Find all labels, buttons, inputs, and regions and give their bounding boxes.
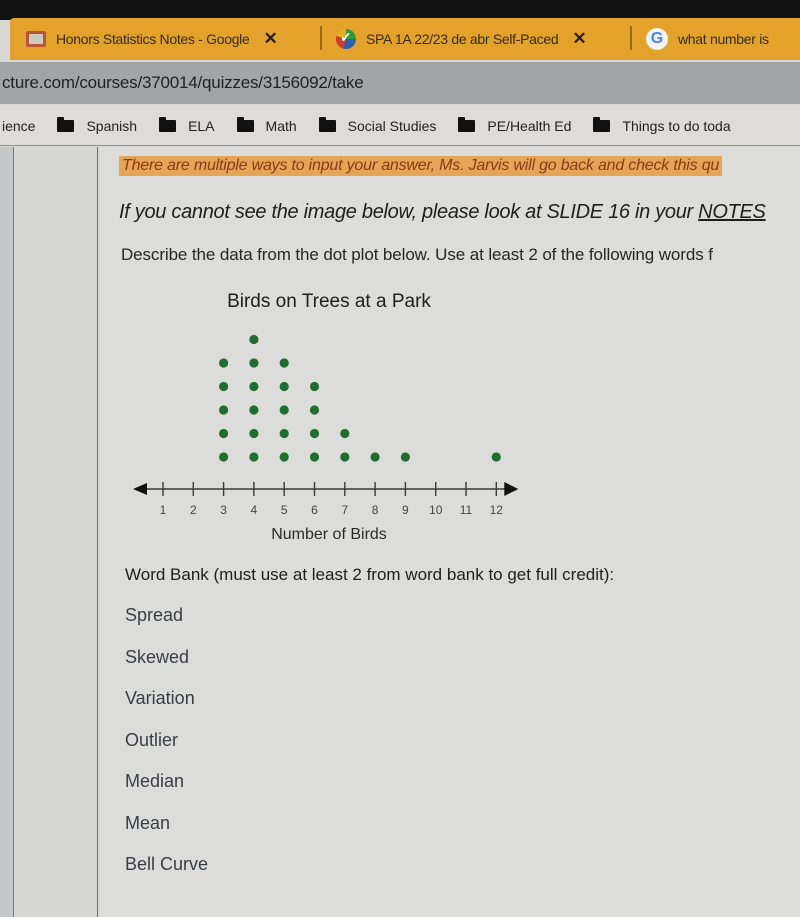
dot-plot-chart: Birds on Trees at a Park 1 2 3 4 5 6 7 8 9 10 11 12… — [119, 282, 549, 552]
folder-icon — [159, 116, 177, 132]
bookmark-label: Spanish — [86, 117, 138, 134]
data-dot — [249, 428, 259, 439]
data-dot — [249, 381, 259, 392]
google-docs-icon — [26, 31, 46, 47]
question-instructions: Describe the data from the dot plot belo… — [121, 245, 713, 264]
bookmark-folder-pe-health[interactable]: PE/Health Ed — [458, 116, 572, 134]
data-dot — [279, 405, 289, 415]
folder-icon — [318, 116, 336, 132]
tab-title: SPA 1A 22/23 de abr Self-Paced — [366, 31, 559, 47]
data-dot — [279, 428, 289, 439]
data-dot — [249, 334, 259, 345]
data-dot — [309, 452, 320, 462]
url-text[interactable]: cture.com/courses/370014/quizzes/3156092… — [2, 73, 364, 93]
tick-label: 8 — [372, 503, 379, 517]
folder-icon — [458, 116, 476, 132]
bookmark-folder-social-studies[interactable]: Social Studies — [318, 116, 437, 134]
tick-label: 7 — [341, 503, 348, 517]
highlighted-notice: There are multiple ways to input your an… — [119, 156, 723, 176]
dots-group — [219, 334, 501, 462]
word-bank-item: Spread — [125, 605, 184, 625]
word-bank-item: Median — [125, 771, 185, 791]
folder-icon — [57, 116, 75, 132]
data-dot — [279, 358, 289, 368]
word-bank-item: Outlier — [125, 729, 179, 750]
axis-arrow-right — [504, 482, 519, 496]
tick-label: 9 — [402, 503, 409, 517]
slide-note-text: If you cannot see the image below, pleas… — [119, 201, 699, 223]
tab-spa-self-paced[interactable]: SPA 1A 22/23 de abr Self-Paced ✕ — [320, 18, 630, 60]
bookmark-folder-things-to-do[interactable]: Things to do toda — [593, 116, 731, 134]
data-dot — [491, 452, 501, 462]
bookmark-science[interactable]: ience — [2, 118, 35, 134]
notes-link[interactable]: NOTES — [698, 201, 766, 223]
tab-honors-statistics-notes[interactable]: Honors Statistics Notes - Google ✕ — [10, 18, 320, 60]
screen-bezel — [0, 0, 800, 20]
data-dot — [400, 452, 410, 462]
data-dot — [340, 452, 350, 462]
left-gutter — [0, 147, 14, 917]
folder-icon — [593, 116, 611, 132]
bookmark-label: Math — [265, 117, 297, 134]
tick-label: 3 — [220, 503, 227, 517]
tab-google-search[interactable]: G what number is — [630, 18, 800, 60]
bookmark-folder-math[interactable]: Math — [236, 116, 297, 134]
data-dot — [249, 358, 259, 368]
tick-label: 4 — [251, 503, 258, 517]
bookmark-label: ience — [2, 117, 36, 134]
word-bank-item: Bell Curve — [125, 854, 209, 874]
quiz-page: There are multiple ways to input your an… — [0, 147, 800, 917]
data-dot — [219, 428, 229, 439]
folder-icon — [236, 116, 254, 132]
word-bank-list: Spread Skewed Variation Outlier Median M… — [125, 603, 208, 894]
x-axis-label: Number of Birds — [271, 526, 387, 543]
tick-label: 11 — [460, 503, 473, 517]
dot-plot-svg: Birds on Trees at a Park 1 2 3 4 5 6 7 8 9 10 11 12… — [133, 291, 519, 543]
data-dot — [219, 381, 229, 392]
bookmark-label: Social Studies — [347, 117, 437, 134]
bookmark-folder-spanish[interactable]: Spanish — [57, 116, 138, 134]
address-bar[interactable]: cture.com/courses/370014/quizzes/3156092… — [0, 62, 800, 104]
word-bank-item: Mean — [125, 812, 171, 833]
bookmark-label: PE/Health Ed — [487, 117, 572, 134]
data-dot — [219, 358, 229, 368]
question-content: There are multiple ways to input your an… — [99, 147, 800, 917]
data-dot — [279, 381, 289, 392]
bookmark-label: Things to do toda — [622, 117, 731, 134]
data-dot — [340, 428, 350, 439]
data-dot — [309, 405, 320, 415]
edpuzzle-icon — [336, 29, 356, 49]
data-dot — [309, 381, 320, 392]
axis-arrow-left — [133, 483, 147, 495]
data-dot — [219, 452, 229, 462]
tick-label: 10 — [429, 503, 443, 517]
data-dot — [249, 452, 259, 462]
google-icon: G — [646, 28, 668, 50]
word-bank-title: Word Bank (must use at least 2 from word… — [125, 565, 615, 584]
data-dot — [279, 452, 289, 462]
data-dot — [249, 405, 259, 415]
tab-strip: Honors Statistics Notes - Google ✕ SPA 1… — [10, 18, 800, 60]
tab-title: Honors Statistics Notes - Google — [56, 31, 250, 47]
tick-label: 5 — [281, 503, 288, 517]
word-bank-item: Variation — [125, 688, 195, 708]
tick-label: 2 — [190, 503, 197, 517]
close-icon[interactable]: ✕ — [263, 29, 277, 49]
chart-title: Birds on Trees at a Park — [227, 291, 431, 312]
tab-title: what number is — [678, 31, 769, 47]
data-dot — [370, 452, 380, 462]
tick-label: 1 — [160, 503, 167, 517]
slide-note: If you cannot see the image below, pleas… — [119, 201, 766, 224]
bookmark-folder-ela[interactable]: ELA — [159, 116, 215, 134]
close-icon[interactable]: ✕ — [572, 29, 586, 49]
data-dot — [309, 428, 320, 439]
tick-label: 12 — [490, 503, 504, 517]
data-dot — [219, 405, 229, 415]
word-bank-item: Skewed — [125, 646, 190, 667]
bookmarks-bar: ience Spanish ELA Math Social Studies PE… — [0, 106, 800, 146]
bookmark-label: ELA — [188, 117, 215, 134]
x-axis: 1 2 3 4 5 6 7 8 9 10 11 12 — [133, 482, 519, 517]
tick-label: 6 — [311, 503, 318, 517]
course-sidebar — [14, 147, 98, 917]
